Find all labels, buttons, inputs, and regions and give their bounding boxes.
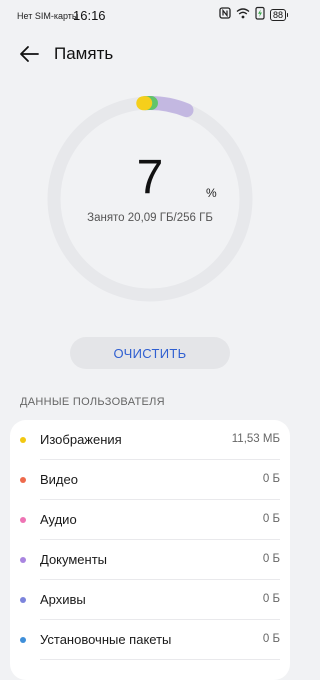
carrier-label: Нет SIM-карты — [17, 11, 78, 21]
wifi-icon — [236, 6, 250, 24]
list-item-images[interactable]: Изображения 11,53 МБ — [10, 420, 290, 460]
status-bar: Нет SIM-карты 16:16 88 — [0, 0, 300, 30]
list-item-video[interactable]: Видео 0 Б — [10, 460, 290, 500]
category-size: 0 Б — [263, 633, 280, 645]
percent-sign: % — [206, 186, 217, 200]
list-item-archives[interactable]: Архивы 0 Б — [10, 580, 290, 620]
category-size: 0 Б — [263, 513, 280, 525]
category-label: Аудио — [40, 512, 77, 527]
category-size: 0 Б — [263, 593, 280, 605]
category-size: 11,53 МБ — [232, 433, 280, 445]
status-icons: 88 — [219, 8, 286, 22]
category-label: Установочные пакеты — [40, 632, 171, 647]
battery-icon: 88 — [270, 9, 286, 21]
storage-gauge: 7 % Занято 20,09 ГБ/256 ГБ — [45, 94, 255, 304]
category-label: Изображения — [40, 432, 122, 447]
user-data-list: Изображения 11,53 МБ Видео 0 Б Аудио 0 Б… — [10, 420, 290, 680]
category-label: Документы — [40, 552, 107, 567]
category-size: 0 Б — [263, 473, 280, 485]
divider — [40, 659, 280, 660]
page-title: Память — [54, 44, 113, 64]
category-dot — [20, 637, 26, 643]
category-dot — [20, 477, 26, 483]
used-storage-text: Занято 20,09 ГБ/256 ГБ — [45, 212, 255, 224]
status-time: 16:16 — [73, 8, 106, 23]
category-size: 0 Б — [263, 553, 280, 565]
list-item-install-packages[interactable]: Установочные пакеты 0 Б — [10, 620, 290, 660]
category-label: Видео — [40, 472, 78, 487]
clean-button[interactable]: ОЧИСТИТЬ — [70, 337, 230, 369]
nfc-icon — [219, 6, 231, 24]
category-dot — [20, 517, 26, 523]
app-bar: Память — [0, 36, 300, 72]
list-item-audio[interactable]: Аудио 0 Б — [10, 500, 290, 540]
category-label: Архивы — [40, 592, 86, 607]
list-item-documents[interactable]: Документы 0 Б — [10, 540, 290, 580]
category-dot — [20, 557, 26, 563]
category-dot — [20, 597, 26, 603]
category-dot — [20, 437, 26, 443]
charging-icon — [255, 6, 265, 25]
section-title-user-data: ДАННЫЕ ПОЛЬЗОВАТЕЛЯ — [20, 396, 165, 408]
back-button[interactable] — [18, 42, 42, 66]
arrow-left-icon — [18, 42, 42, 66]
used-percent: 7 — [45, 150, 255, 205]
